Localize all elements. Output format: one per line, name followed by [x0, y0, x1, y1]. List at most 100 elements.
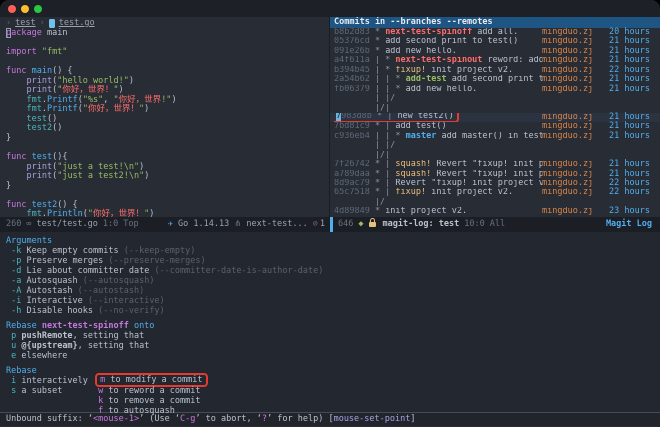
commit-author: mingduo.zj [542, 122, 598, 131]
commit-author: mingduo.zj [542, 113, 598, 122]
transient-menu-line: Arguments [6, 236, 660, 246]
commit-message: 8d9ac79 * | Revert "fixup! init project … [334, 179, 542, 188]
active-window-bar [330, 217, 333, 232]
modeline-lang: Go 1.14.13 [178, 217, 229, 232]
commit-message: a4f611a | * next-test-spinout reword: ad… [334, 56, 542, 65]
zoom-button[interactable] [34, 5, 42, 13]
commit-message: b394b45 | * fixup! init project v2. [334, 66, 542, 75]
checker-icon: ✈ [168, 217, 173, 232]
commit-message: | |/ [334, 141, 542, 150]
commit-message: a789daa * | squash! Revert "fixup! init … [334, 170, 542, 179]
code-buffer-line: package main [6, 29, 329, 39]
echo-area-line: Unbound suffix: ‘<mouse-1>’ (Use ‘C-g’ t… [0, 413, 660, 426]
commit-author: mingduo.zj [542, 66, 598, 75]
echo-area: Unbound suffix: ‘<mouse-1>’ (Use ‘C-g’ t… [0, 412, 660, 426]
commit-message: | |/ [334, 94, 542, 103]
commit-author: mingduo.zj [542, 85, 598, 94]
commit-time [598, 94, 660, 103]
modeline-position: 10:0 [464, 217, 484, 232]
commit-row[interactable]: | |/ [330, 141, 660, 150]
file-icon: ∞ [26, 217, 31, 232]
commit-author: mingduo.zj [542, 37, 598, 46]
window-split: › test › test.go package main import "fm… [0, 17, 660, 217]
modeline-magit: 646 ◆ magit-log: test 10:0 All Magit Log [330, 217, 660, 232]
commit-author: mingduo.zj [542, 132, 598, 141]
commit-row[interactable]: c936eb4 | | * master add master() in tes… [330, 132, 660, 141]
commit-row[interactable]: fb06379 | | * add new hello.mingduo.zj21… [330, 85, 660, 94]
commit-message: |/| [334, 104, 542, 113]
annotation-red-box: m to modify a commit [95, 373, 207, 387]
commit-author: mingduo.zj [542, 160, 598, 169]
commit-time: 21 hours [598, 85, 660, 94]
transient-menu-line[interactable]: k to remove a commit [6, 396, 660, 406]
transient-menu-line[interactable]: -h Disable hooks (--no-verify) [6, 306, 660, 316]
modeline-scroll: All [490, 217, 505, 232]
commit-author: mingduo.zj [542, 47, 598, 56]
commit-author: mingduo.zj [542, 56, 598, 65]
commit-message: 2a54b62 | | * add-test add second print … [334, 75, 542, 84]
commit-message: 7bd81c9 * | add test() [334, 122, 542, 131]
transient-menu-line[interactable]: -p Preserve merges (--preserve-merges) [6, 256, 660, 266]
commit-list: b8b2d83 * next-test-spinoff add all.ming… [330, 28, 660, 217]
modeline-scroll: Top [123, 217, 138, 232]
emacs-window: › test › test.go package main import "fm… [0, 0, 660, 427]
transient-menu-line[interactable]: -A Autostash (--autostash) [6, 286, 660, 296]
commit-time: 23 hours [598, 207, 660, 216]
modelines: 260 ∞ test/test.go 1:0 Top ✈ Go 1.14.13 … [0, 217, 660, 232]
commit-author [542, 94, 598, 103]
transient-menu-line[interactable]: -a Autosquash (--autosquash) [6, 276, 660, 286]
transient-menu-line[interactable]: -d Lie about committer date (--committer… [6, 266, 660, 276]
titlebar [0, 0, 660, 17]
commit-time: 21 hours [598, 132, 660, 141]
commit-message: 7983d8b * | new test2() [334, 113, 542, 122]
transient-menu-line[interactable]: p pushRemote, setting that [6, 331, 660, 341]
transient-menu-line[interactable]: s a subset w to reword a commit [6, 386, 660, 396]
code-buffer-line: } [6, 134, 329, 144]
commit-message: |/| [334, 151, 542, 160]
transient-menu-line[interactable]: u @{upstream}, setting that [6, 341, 660, 351]
commit-author: mingduo.zj [542, 28, 598, 37]
commit-author: mingduo.zj [542, 179, 598, 188]
commit-author [542, 151, 598, 160]
git-branch-icon: ⋔ [234, 217, 241, 232]
transient-menu-line[interactable]: -i Interactive (--interactive) [6, 296, 660, 306]
modeline-major-mode: Magit Log [606, 217, 660, 232]
minimize-button[interactable] [21, 5, 29, 13]
modeline-position: 1:0 [103, 217, 118, 232]
no-issues-icon: ⊘ [313, 217, 318, 232]
commit-time [598, 141, 660, 150]
commit-message: 7f26742 * | squash! Revert "fixup! init … [334, 160, 542, 169]
commit-message: 091e26b * add new hello. [334, 47, 542, 56]
transient-menu-line[interactable]: i interactively m to modify a commit [6, 376, 660, 386]
code-buffer[interactable]: package main import "fmt" func main() { … [0, 29, 329, 217]
code-buffer-line: } [6, 182, 329, 192]
commit-message: 4d89849 * init project v2. [334, 207, 542, 216]
commit-message: b8b2d83 * next-test-spinoff add all. [334, 28, 542, 37]
commit-author: mingduo.zj [542, 75, 598, 84]
commit-row[interactable]: | |/ [330, 94, 660, 103]
code-buffer-line: test2() [6, 124, 329, 134]
close-button[interactable] [8, 5, 16, 13]
transient-menu-line: Rebase next-test-spinoff onto [6, 321, 660, 331]
modeline-line-info: 646 [338, 217, 353, 232]
commit-row[interactable]: 65c7518 * | fixup! init project v2.mingd… [330, 188, 660, 197]
annotation-red-box: 7983d8b * | new test2() [334, 113, 459, 122]
commit-time: 22 hours [598, 188, 660, 197]
code-editor-pane[interactable]: › test › test.go package main import "fm… [0, 17, 330, 217]
commit-author: mingduo.zj [542, 188, 598, 197]
commit-author [542, 141, 598, 150]
modeline-filename: test/test.go [36, 217, 97, 232]
magit-log-pane[interactable]: Commits in --branches --remotes b8b2d83 … [330, 17, 660, 217]
issue-count: 1 [320, 217, 329, 232]
modeline-line-info: 260 [6, 217, 21, 232]
transient-menu-line[interactable]: e elsewhere [6, 351, 660, 361]
modeline-editor: 260 ∞ test/test.go 1:0 Top ✈ Go 1.14.13 … [0, 217, 330, 232]
modeline-branch: next-test... [246, 217, 307, 232]
go-file-icon [49, 19, 55, 28]
commit-row[interactable]: 4d89849 * init project v2.mingduo.zj23 h… [330, 207, 660, 216]
code-buffer-line: import "fmt" [6, 48, 329, 58]
commit-author: mingduo.zj [542, 207, 598, 216]
commit-author: mingduo.zj [542, 170, 598, 179]
code-buffer-line: fmt.Println("你好，世界！") [6, 210, 329, 217]
transient-menu-line[interactable]: -k Keep empty commits (--keep-empty) [6, 246, 660, 256]
